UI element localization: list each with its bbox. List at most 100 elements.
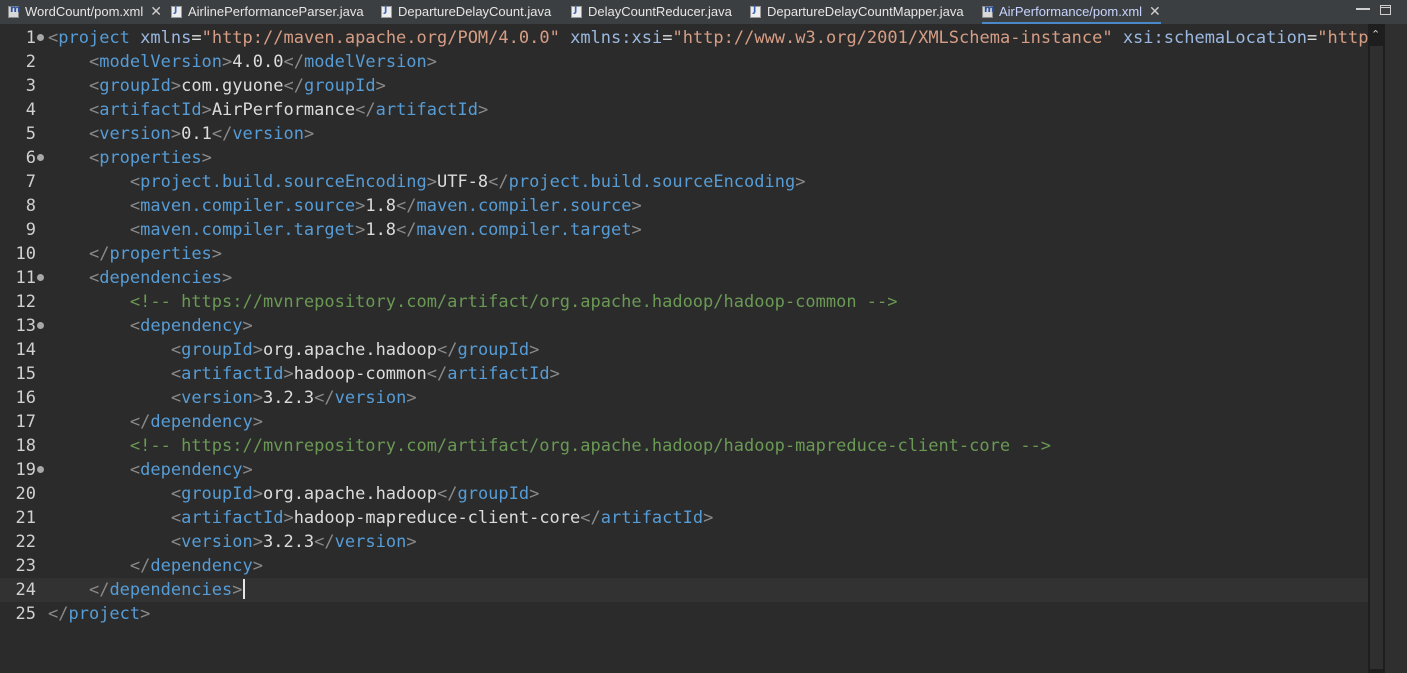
token-ang: <	[170, 508, 182, 528]
close-tab-icon[interactable]: ✕	[150, 5, 162, 19]
token-ang: </	[129, 412, 151, 432]
code-line[interactable]: 13 <dependency>	[0, 314, 1368, 338]
token-tag: groupId	[181, 484, 253, 504]
token-tag: project.build.sourceEncoding	[508, 172, 796, 192]
close-tab-icon[interactable]: ✕	[1149, 5, 1161, 19]
token-tag: artifactId	[600, 508, 704, 528]
code-line[interactable]: 19 <dependency>	[0, 458, 1368, 482]
token-ang: >	[355, 220, 366, 240]
line-number: 4	[25, 100, 36, 120]
code-line[interactable]: 1 <project xmlns="http://maven.apache.org…	[0, 26, 1399, 50]
scrollbar-thumb[interactable]	[1370, 46, 1383, 669]
token-tag: dependency	[140, 316, 243, 336]
scroll-up-icon[interactable]: ⌃	[1371, 28, 1380, 41]
tab-delaycountreducer-java[interactable]: DelayCountReducer.java	[571, 0, 732, 23]
token-ang: </	[396, 220, 417, 240]
token-ang: >	[222, 52, 233, 72]
token-txt: 1.8	[365, 196, 397, 216]
code-line[interactable]: 8 <maven.compiler.source>1.8</maven.comp…	[0, 194, 1368, 218]
token-txt: =	[191, 28, 202, 48]
tab-departuredelaycountmapper-java[interactable]: DepartureDelayCountMapper.java	[750, 0, 964, 23]
tab-airlineperformanceparser-java[interactable]: AirlinePerformanceParser.java	[171, 0, 364, 23]
code-line[interactable]: 16 <version>3.2.3</version>	[0, 386, 1368, 410]
line-number: 1	[25, 28, 36, 48]
code-line[interactable]: 7 <project.build.sourceEncoding>UTF-8</p…	[0, 170, 1368, 194]
token-tag: groupId	[99, 76, 171, 96]
token-ang: >	[211, 244, 223, 264]
code-line[interactable]: 4 <artifactId>AirPerformance</artifactId…	[0, 98, 1368, 122]
token-ang: >	[703, 508, 714, 528]
token-ang: <	[170, 340, 182, 360]
token-tag: maven.compiler.source	[416, 196, 632, 216]
token-tag: maven.compiler.target	[416, 220, 632, 240]
code-line[interactable]: 17 </dependency>	[0, 410, 1368, 434]
code-line[interactable]: 24 </dependencies>	[0, 578, 1368, 602]
token-ang: </	[211, 124, 233, 144]
token-ang: </	[436, 484, 458, 504]
code-line[interactable]: 6 <properties>	[0, 146, 1368, 170]
code-text: </properties>	[48, 242, 222, 266]
token-ang: </	[314, 532, 335, 552]
token-ang: >	[406, 388, 417, 408]
token-ang: >	[355, 196, 366, 216]
maximize-icon[interactable]	[1380, 5, 1391, 15]
token-tag: groupId	[303, 76, 376, 96]
token-ang: >	[631, 196, 642, 216]
code-line[interactable]: 9 <maven.compiler.target>1.8</maven.comp…	[0, 218, 1368, 242]
token-tag: artifactId	[375, 100, 478, 120]
tab-label: WordCount/pom.xml	[25, 4, 144, 19]
code-text: <artifactId>hadoop-common</artifactId>	[48, 362, 560, 386]
vertical-scrollbar[interactable]: ⌃	[1368, 24, 1385, 673]
fold-toggle-icon[interactable]	[37, 34, 44, 41]
fold-toggle-icon[interactable]	[37, 274, 44, 281]
code-line[interactable]: 10 </properties>	[0, 242, 1368, 266]
token-ang: >	[242, 460, 253, 480]
code-line[interactable]: 2 <modelVersion>4.0.0</modelVersion>	[0, 50, 1368, 74]
tab-airperformance-pom-xml[interactable]: AirPerformance/pom.xml ✕	[982, 0, 1161, 24]
token-ang: <	[170, 364, 182, 384]
code-line[interactable]: 3 <groupId>com.gyuone</groupId>	[0, 74, 1368, 98]
code-line[interactable]: 20 <groupId>org.apache.hadoop</groupId>	[0, 482, 1368, 506]
line-number: 14	[15, 340, 36, 360]
code-line[interactable]: 23 </dependency>	[0, 554, 1368, 578]
code-editor[interactable]: 1 <project xmlns="http://maven.apache.org…	[0, 24, 1399, 673]
code-text: <!-- https://mvnrepository.com/artifact/…	[48, 290, 898, 314]
token-ang: >	[140, 604, 151, 624]
code-line[interactable]: 18 <!-- https://mvnrepository.com/artifa…	[0, 434, 1368, 458]
code-line[interactable]: 25 </project>	[0, 602, 1368, 626]
code-line[interactable]: 22 <version>3.2.3</version>	[0, 530, 1368, 554]
token-ang: <	[129, 316, 141, 336]
token-tag: project	[68, 604, 141, 624]
fold-toggle-icon[interactable]	[37, 322, 44, 329]
code-line[interactable]: 5 <version>0.1</version>	[0, 122, 1368, 146]
fold-toggle-icon[interactable]	[37, 466, 44, 473]
fold-toggle-icon[interactable]	[37, 154, 44, 161]
right-gutter	[1385, 24, 1407, 673]
code-line[interactable]: 15 <artifactId>hadoop-common</artifactId…	[0, 362, 1368, 386]
tab-departuredelaycount-java[interactable]: DepartureDelayCount.java	[381, 0, 551, 23]
tab-wordcount-pom-xml[interactable]: WordCount/pom.xml ✕	[8, 0, 162, 23]
code-text: <project.build.sourceEncoding>UTF-8</pro…	[48, 170, 806, 194]
code-line[interactable]: 11 <dependencies>	[0, 266, 1368, 290]
java-file-icon	[381, 5, 392, 18]
token-ang: >	[232, 580, 243, 600]
code-text: <properties>	[48, 146, 212, 170]
code-line[interactable]: 14 <groupId>org.apache.hadoop</groupId>	[0, 338, 1368, 362]
token-tag: version	[181, 532, 253, 552]
code-text: <dependencies>	[48, 266, 232, 290]
code-line[interactable]: 21 <artifactId>hadoop-mapreduce-client-c…	[0, 506, 1368, 530]
code-line[interactable]: 12 <!-- https://mvnrepository.com/artifa…	[0, 290, 1368, 314]
minimize-icon[interactable]	[1356, 5, 1370, 10]
token-ang: >	[242, 316, 253, 336]
code-text: <dependency>	[48, 314, 253, 338]
token-tag: properties	[109, 244, 212, 264]
